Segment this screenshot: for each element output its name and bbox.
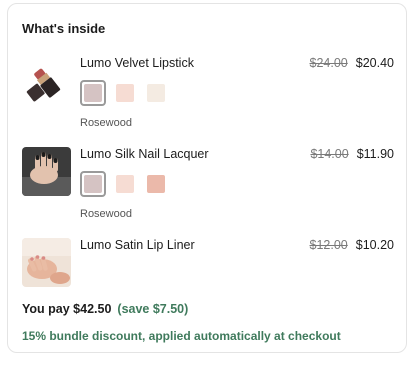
- selected-shade-label: Rosewood: [80, 208, 132, 220]
- discounted-price: $20.40: [355, 56, 394, 70]
- total-summary: You pay $42.50 (save $7.50): [22, 302, 188, 316]
- shade-swatch-2[interactable]: [112, 171, 138, 197]
- savings-badge: (save $7.50): [117, 302, 189, 316]
- shade-swatch-1[interactable]: [80, 171, 106, 197]
- discounted-price: $10.20: [355, 238, 394, 252]
- nail-lacquer-icon: [22, 147, 71, 196]
- item-prices: $14.00 $11.90: [310, 147, 394, 161]
- shade-swatch-3[interactable]: [143, 171, 169, 197]
- lip-liner-icon: [22, 238, 71, 287]
- section-title: What's inside: [22, 21, 106, 36]
- item-name: Lumo Silk Nail Lacquer: [80, 147, 209, 161]
- item-name: Lumo Velvet Lipstick: [80, 56, 194, 70]
- list-item: Lumo Satin Lip Liner $12.00 $10.20: [22, 238, 394, 288]
- total-price: You pay $42.50: [22, 302, 112, 316]
- original-price: $24.00: [309, 56, 348, 70]
- item-prices: $24.00 $20.40: [310, 56, 394, 70]
- item-prices: $12.00 $10.20: [310, 238, 394, 252]
- list-item: Lumo Velvet Lipstick $24.00 $20.40 Rosewo…: [22, 56, 394, 136]
- lipstick-icon: [22, 56, 71, 105]
- bundle-card: What's inside Lumo Velvet Lipstick $24.0…: [7, 3, 407, 353]
- original-price: $14.00: [310, 147, 349, 161]
- shade-swatch-3[interactable]: [143, 80, 169, 106]
- discounted-price: $11.90: [356, 147, 394, 161]
- item-name: Lumo Satin Lip Liner: [80, 238, 195, 252]
- list-item: Lumo Silk Nail Lacquer $14.00 $11.90 Rose…: [22, 147, 394, 227]
- selected-shade-label: Rosewood: [80, 117, 132, 129]
- original-price: $12.00: [309, 238, 348, 252]
- shade-swatch-1[interactable]: [80, 80, 106, 106]
- shade-swatch-2[interactable]: [112, 80, 138, 106]
- discount-note: 15% bundle discount, applied automatical…: [22, 329, 341, 343]
